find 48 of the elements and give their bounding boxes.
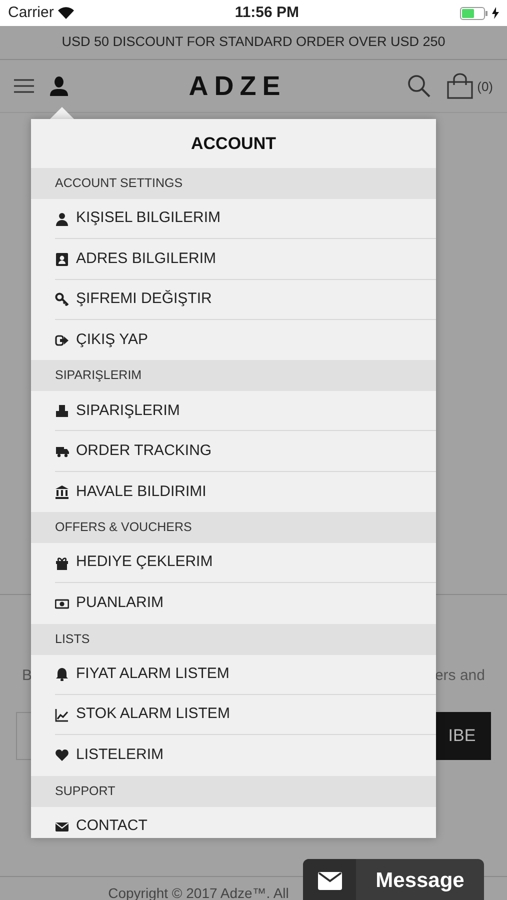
line-chart-icon [55, 708, 69, 722]
menu-item[interactable]: HEDIYE ÇEKLERIM [76, 551, 213, 574]
wifi-icon [58, 7, 74, 19]
section-heading: SIPARIŞLERIM [31, 360, 436, 392]
section-heading: SUPPORT [31, 776, 436, 807]
section-heading: OFFERS & VOUCHERS [31, 512, 436, 544]
section-heading: ACCOUNT SETTINGS [31, 168, 436, 199]
menu-item[interactable]: STOK ALARM LISTEM [76, 703, 230, 726]
gift-icon [55, 556, 69, 570]
menu-item[interactable]: KIŞISEL BILGILERIM [76, 207, 220, 230]
menu-item[interactable]: FIYAT ALARM LISTEM [76, 663, 230, 686]
truck-icon [55, 444, 69, 458]
menu-item[interactable]: ORDER TRACKING [76, 440, 212, 462]
key-icon [55, 292, 69, 306]
charging-icon [492, 7, 499, 19]
section-heading: LISTS [31, 624, 436, 655]
menu-item[interactable]: ÇIKIŞ YAP [76, 328, 148, 352]
search-icon[interactable] [407, 74, 432, 98]
menu-icon[interactable] [14, 78, 34, 94]
menu-item[interactable]: PUANLARIM [76, 592, 164, 615]
menu-item[interactable]: HAVALE BILDIRIMI [76, 480, 206, 504]
menu-item[interactable]: SIPARIŞLERIM [76, 400, 180, 422]
user-icon [55, 212, 69, 226]
heart-icon [55, 748, 69, 762]
bank-icon [55, 484, 69, 499]
battery-icon [460, 6, 488, 20]
menu-title: ACCOUNT [191, 132, 276, 155]
sign-out-icon [55, 333, 69, 348]
envelope-icon [55, 820, 69, 834]
money-icon [55, 596, 69, 611]
newsletter-text: ers and [434, 666, 485, 686]
menu-item[interactable]: ŞIFREMI DEĞIŞTIR [76, 288, 212, 310]
menu-item[interactable]: ADRES BILGILERIM [76, 248, 216, 270]
logo[interactable]: ADZE [188, 70, 286, 101]
bell-icon [55, 667, 69, 682]
cart-count: (0) [477, 78, 493, 96]
newsletter-text: B [22, 666, 32, 686]
menu-item[interactable]: LISTELERIM [76, 744, 164, 767]
menu-item[interactable]: CONTACT [76, 815, 148, 838]
contact-card-icon [55, 252, 69, 266]
clock-time: 11:56 PM [234, 2, 300, 23]
shopping-bag-icon[interactable] [447, 73, 474, 99]
message-button[interactable]: Message [303, 859, 484, 900]
user-icon[interactable] [50, 76, 68, 96]
promo-text: USD 50 DISCOUNT FOR STANDARD ORDER OVER USD 250 [62, 33, 446, 52]
subscribe-button[interactable]: IBE [435, 712, 491, 760]
carrier-label: Carrier [8, 2, 54, 23]
envelope-icon [318, 872, 342, 890]
